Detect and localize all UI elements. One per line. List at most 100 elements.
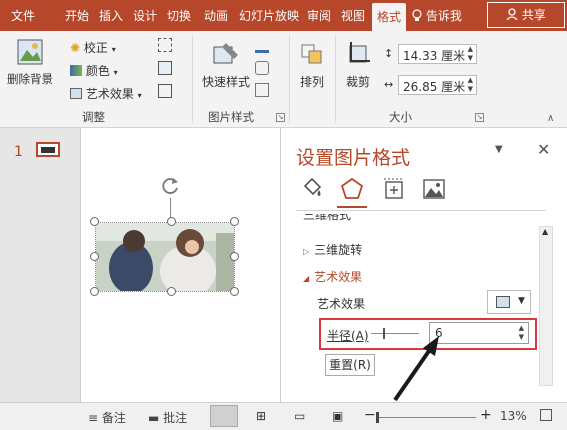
resize-handle[interactable] xyxy=(167,287,176,296)
resize-handle[interactable] xyxy=(90,287,99,296)
chevron-down-icon: ▼ xyxy=(518,296,525,306)
arrange-icon xyxy=(300,41,324,67)
tab-file[interactable]: 文件 xyxy=(6,0,40,31)
tell-me-box[interactable]: 告诉我 xyxy=(412,0,462,31)
art-effects-dropdown[interactable]: ▼ xyxy=(487,290,531,314)
close-icon[interactable]: ✕ xyxy=(537,140,550,159)
zoom-level[interactable]: 13% xyxy=(500,409,527,423)
comments-label: 批注 xyxy=(163,411,188,425)
annotation-arrow xyxy=(393,336,439,402)
tab-view[interactable]: 视图 xyxy=(338,0,368,31)
picture-icon[interactable] xyxy=(421,176,447,202)
tab-slideshow[interactable]: 幻灯片放映 xyxy=(236,0,302,31)
quick-styles-label: 快速样式 xyxy=(201,75,250,89)
effects-icon[interactable] xyxy=(339,176,365,202)
resize-handle[interactable] xyxy=(230,252,239,261)
person-icon xyxy=(506,8,522,22)
picture-styles-launcher-icon[interactable]: ↘ xyxy=(276,113,285,122)
width-input[interactable]: 26.85 厘米 ▲ ▼ xyxy=(398,75,477,95)
picture-border-icon[interactable] xyxy=(255,39,269,53)
adjust-group-label: 调整 xyxy=(82,110,105,124)
picture-styles-group-label: 图片样式 xyxy=(208,110,254,124)
pane-scrollbar[interactable]: ▲ xyxy=(539,226,553,386)
art-effects-label: 艺术效果 xyxy=(85,87,134,101)
picture-effects-icon[interactable] xyxy=(255,61,269,75)
share-label: 共享 xyxy=(521,8,546,22)
selected-picture[interactable] xyxy=(95,222,235,292)
resize-handle[interactable] xyxy=(230,217,239,226)
scroll-up-icon[interactable]: ▲ xyxy=(542,227,548,236)
remove-background-label: 删除背景 xyxy=(7,72,53,86)
reset-picture-icon[interactable] xyxy=(158,84,172,98)
radius-spinner-icon[interactable]: ▲ ▼ xyxy=(519,324,524,342)
slide-sorter-icon[interactable]: ⊞ xyxy=(256,409,266,423)
tell-me-label: 告诉我 xyxy=(425,9,462,23)
reset-button[interactable]: 重置(R) xyxy=(325,354,375,376)
arrange-label: 排列 xyxy=(299,75,324,89)
section-cut-label: 三维格式 xyxy=(303,214,352,222)
normal-view-icon[interactable] xyxy=(210,405,238,427)
picture-layout-icon[interactable] xyxy=(255,83,269,97)
section-art-effects-label: 艺术效果 xyxy=(314,270,363,284)
chevron-down-icon: ▾ xyxy=(111,45,116,54)
comment-icon: ▬ xyxy=(148,411,160,425)
section-3d-format-cutoff[interactable]: 三维格式 xyxy=(303,214,351,222)
lightbulb-icon xyxy=(412,9,426,23)
tab-design[interactable]: 设计 xyxy=(130,0,160,31)
resize-handle[interactable] xyxy=(90,217,99,226)
fit-to-window-icon[interactable] xyxy=(540,409,552,421)
color-button[interactable]: 颜色 ▾ xyxy=(70,62,118,79)
notes-button[interactable]: ≡ 备注 xyxy=(88,409,126,426)
height-input[interactable]: 14.33 厘米 ▲ ▼ xyxy=(398,44,477,64)
width-spinner-icon[interactable]: ▲ ▼ xyxy=(468,76,473,94)
crop-button[interactable]: 裁剪 xyxy=(338,37,378,97)
art-effects-icon xyxy=(70,88,82,99)
zoom-slider[interactable] xyxy=(376,412,476,423)
reading-view-icon[interactable]: ▭ xyxy=(294,409,305,423)
pane-options-icon[interactable]: ▼ xyxy=(495,144,503,155)
resize-handle[interactable] xyxy=(230,287,239,296)
fill-line-icon[interactable] xyxy=(299,176,325,202)
tab-format[interactable]: 格式 xyxy=(372,3,406,34)
correct-button[interactable]: ✺ 校正 ▾ xyxy=(70,39,116,56)
resize-handle[interactable] xyxy=(167,217,176,226)
collapse-ribbon-icon[interactable]: ∧ xyxy=(547,113,554,124)
tab-insert[interactable]: 插入 xyxy=(96,0,126,31)
width-value: 26.85 厘米 xyxy=(403,80,466,94)
share-button[interactable]: 共享 xyxy=(487,2,565,28)
section-art-effects[interactable]: ◢ 艺术效果 xyxy=(303,268,362,285)
notes-label: 备注 xyxy=(101,411,126,425)
height-spinner-icon[interactable]: ▲ ▼ xyxy=(468,45,473,63)
compress-pictures-icon[interactable] xyxy=(158,38,172,52)
slide-thumbnail-pane: 1 xyxy=(0,128,80,402)
tab-transitions[interactable]: 切换 xyxy=(164,0,194,31)
comments-button[interactable]: ▬ 批注 xyxy=(148,409,187,426)
tab-animations[interactable]: 动画 xyxy=(198,0,234,31)
width-icon: ↔ xyxy=(384,78,394,91)
size-launcher-icon[interactable]: ↘ xyxy=(475,113,484,122)
tab-home[interactable]: 开始 xyxy=(62,0,92,31)
slide-number: 1 xyxy=(14,144,23,160)
change-picture-icon[interactable] xyxy=(158,61,172,75)
size-properties-icon[interactable] xyxy=(381,176,407,202)
quick-styles-button[interactable]: 快速样式 xyxy=(198,37,254,97)
height-value: 14.33 厘米 xyxy=(403,49,466,63)
art-effects-button[interactable]: 艺术效果 ▾ xyxy=(70,85,142,102)
slide-canvas[interactable] xyxy=(80,128,280,402)
resize-handle[interactable] xyxy=(90,252,99,261)
remove-background-button[interactable]: 删除背景 xyxy=(4,37,56,97)
slideshow-icon[interactable]: ▣ xyxy=(332,409,343,423)
zoom-out-icon[interactable]: − xyxy=(364,407,376,423)
quick-styles-icon xyxy=(212,41,240,67)
crop-icon xyxy=(345,41,371,67)
tab-review[interactable]: 审阅 xyxy=(304,0,334,31)
collapse-triangle-icon: ◢ xyxy=(303,274,310,283)
section-3d-rotation[interactable]: ▷ 三维旋转 xyxy=(303,241,362,258)
notes-icon: ≡ xyxy=(88,411,99,425)
arrange-button[interactable]: 排列 xyxy=(294,37,330,97)
art-effects-field-label: 艺术效果 xyxy=(317,297,366,311)
rotate-handle-icon[interactable] xyxy=(161,176,181,196)
slide-thumbnail[interactable] xyxy=(36,142,60,157)
zoom-thumb[interactable] xyxy=(376,412,379,423)
zoom-in-icon[interactable]: + xyxy=(480,407,492,423)
